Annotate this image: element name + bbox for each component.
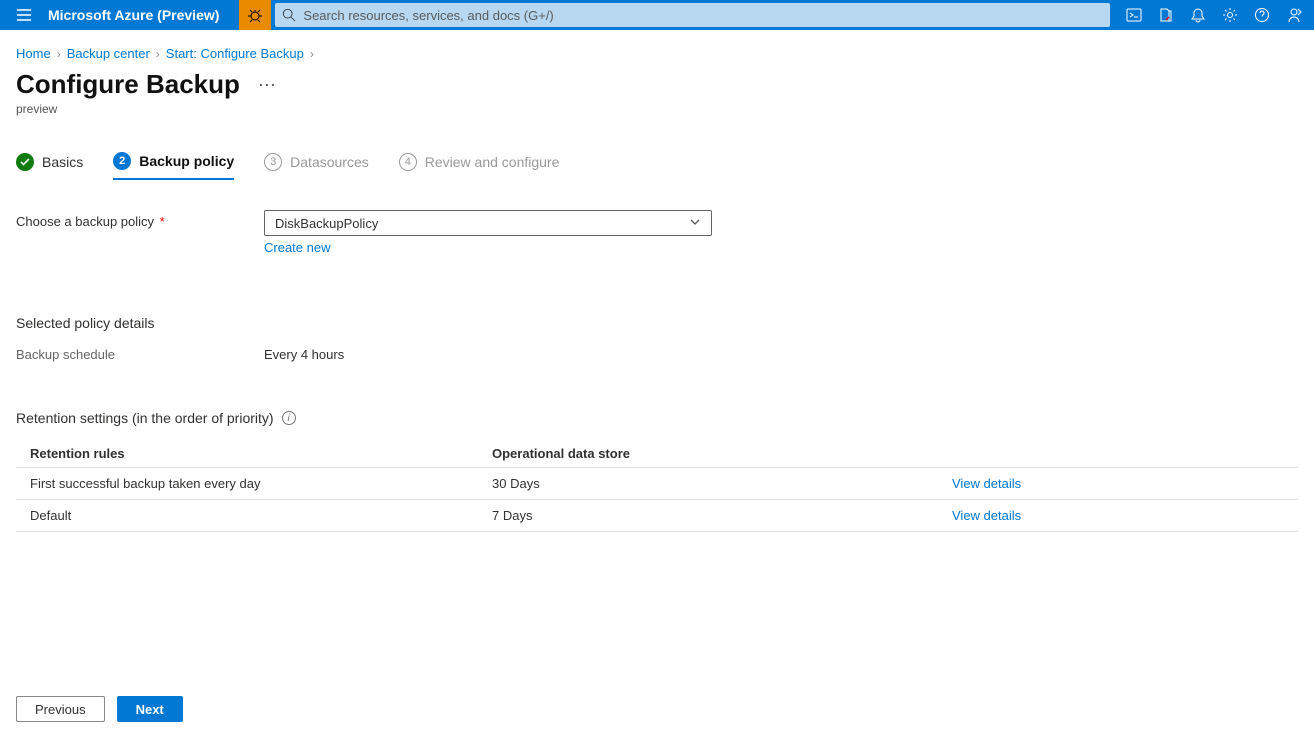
chevron-right-icon: › — [310, 47, 314, 61]
tab-backup-policy[interactable]: 2 Backup policy — [113, 152, 234, 180]
tab-label: Basics — [42, 154, 83, 170]
schedule-row: Backup schedule Every 4 hours — [16, 347, 1298, 362]
next-button[interactable]: Next — [117, 696, 183, 722]
feedback-icon[interactable] — [1278, 0, 1310, 30]
chevron-right-icon: › — [156, 47, 160, 61]
required-indicator: * — [156, 214, 165, 229]
help-icon[interactable] — [1246, 0, 1278, 30]
retention-heading-row: Retention settings (in the order of prio… — [16, 410, 1298, 426]
form-area: Choose a backup policy * DiskBackupPolic… — [16, 210, 1298, 532]
step-number: 3 — [264, 153, 282, 171]
view-details-link[interactable]: View details — [952, 508, 1021, 523]
col-retention-rules: Retention rules — [30, 446, 492, 461]
table-header: Retention rules Operational data store — [16, 440, 1298, 467]
tab-label: Review and configure — [425, 154, 560, 170]
menu-icon[interactable] — [0, 7, 48, 23]
notifications-icon[interactable] — [1182, 0, 1214, 30]
cloud-shell-icon[interactable] — [1118, 0, 1150, 30]
tab-label: Backup policy — [139, 153, 234, 169]
more-actions-icon[interactable]: ⋯ — [258, 76, 277, 94]
store-cell: 7 Days — [492, 508, 952, 523]
step-number: 4 — [399, 153, 417, 171]
check-icon — [16, 153, 34, 171]
footer-actions: Previous Next — [16, 696, 183, 722]
schedule-key: Backup schedule — [16, 347, 264, 362]
table-row: Default 7 Days View details — [16, 499, 1298, 532]
retention-heading: Retention settings (in the order of prio… — [16, 410, 274, 426]
page-content: Home › Backup center › Start: Configure … — [0, 30, 1314, 532]
top-bar: Microsoft Azure (Preview) — [0, 0, 1314, 30]
directories-icon[interactable] — [1150, 0, 1182, 30]
breadcrumb-item[interactable]: Home — [16, 46, 51, 61]
col-operational-store: Operational data store — [492, 446, 952, 461]
info-icon[interactable]: i — [282, 411, 296, 425]
policy-selected-value: DiskBackupPolicy — [275, 216, 378, 231]
policy-label-text: Choose a backup policy — [16, 214, 154, 229]
page-subtitle: preview — [16, 102, 1298, 116]
breadcrumb: Home › Backup center › Start: Configure … — [16, 46, 1298, 61]
tab-review[interactable]: 4 Review and configure — [399, 153, 560, 179]
search-icon — [275, 8, 303, 22]
policy-label: Choose a backup policy * — [16, 210, 264, 229]
previous-button[interactable]: Previous — [16, 696, 105, 722]
settings-icon[interactable] — [1214, 0, 1246, 30]
header-actions — [1114, 0, 1314, 30]
rule-cell: Default — [30, 508, 492, 523]
store-cell: 30 Days — [492, 476, 952, 491]
schedule-value: Every 4 hours — [264, 347, 344, 362]
create-new-link[interactable]: Create new — [264, 240, 330, 255]
rule-cell: First successful backup taken every day — [30, 476, 492, 491]
table-row: First successful backup taken every day … — [16, 467, 1298, 499]
step-tabs: Basics 2 Backup policy 3 Datasources 4 R… — [16, 152, 1298, 180]
page-title-row: Configure Backup ⋯ — [16, 69, 1298, 100]
breadcrumb-item[interactable]: Start: Configure Backup — [166, 46, 304, 61]
search-input[interactable] — [303, 5, 1110, 26]
tab-basics[interactable]: Basics — [16, 153, 83, 179]
search-bar[interactable] — [275, 3, 1110, 27]
page-title: Configure Backup — [16, 69, 240, 100]
breadcrumb-item[interactable]: Backup center — [67, 46, 150, 61]
policy-select[interactable]: DiskBackupPolicy — [264, 210, 712, 236]
details-heading: Selected policy details — [16, 315, 1298, 331]
tab-label: Datasources — [290, 154, 369, 170]
view-details-link[interactable]: View details — [952, 476, 1021, 491]
step-number: 2 — [113, 152, 131, 170]
brand-label[interactable]: Microsoft Azure (Preview) — [48, 7, 239, 23]
chevron-down-icon — [689, 216, 701, 231]
policy-field-row: Choose a backup policy * DiskBackupPolic… — [16, 210, 1298, 255]
preview-bug-icon[interactable] — [239, 0, 271, 30]
chevron-right-icon: › — [57, 47, 61, 61]
tab-datasources[interactable]: 3 Datasources — [264, 153, 369, 179]
policy-input-wrap: DiskBackupPolicy Create new — [264, 210, 712, 255]
retention-table: Retention rules Operational data store F… — [16, 440, 1298, 532]
